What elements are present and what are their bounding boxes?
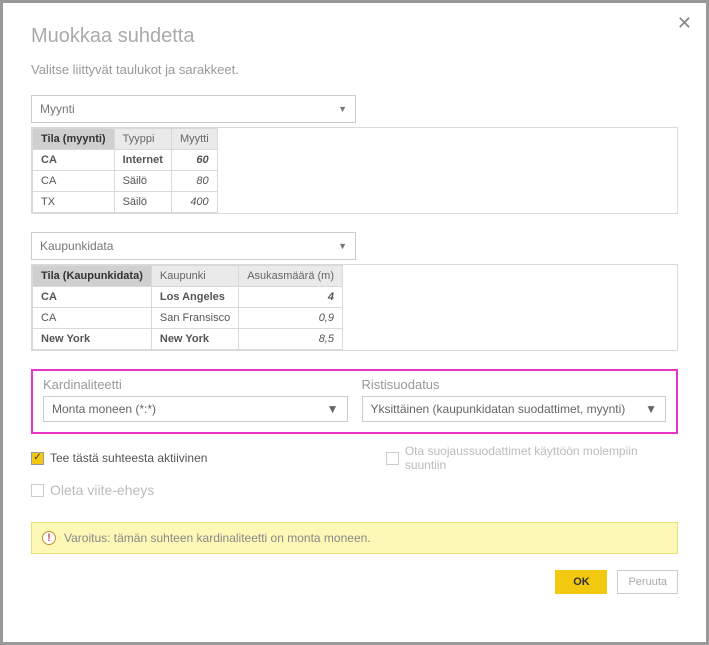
security-filter-checkbox: Ota suojaussuodattimet käyttöön molempii… <box>386 444 678 472</box>
crossfilter-label: Ristisuodatus <box>362 377 667 392</box>
table2-col1[interactable]: Kaupunki <box>151 266 238 287</box>
table2-dropdown-value: Kaupunkidata <box>40 239 113 253</box>
table-row: TX Säilö 400 <box>33 192 218 213</box>
table-header-row: Tila (myynti) Tyyppi Myytti <box>33 129 218 150</box>
table2-dropdown[interactable]: Kaupunkidata ▼ <box>31 232 356 260</box>
active-relationship-checkbox[interactable]: Tee tästä suhteesta aktiivinen <box>31 444 386 472</box>
referential-integrity-checkbox: Oleta viite-eheys <box>31 482 154 498</box>
active-relationship-label: Tee tästä suhteesta aktiivinen <box>50 451 207 465</box>
cardinality-value: Monta moneen (*:*) <box>52 402 156 416</box>
edit-relationship-dialog: Muokkaa suhdetta Valitse liittyvät taulu… <box>3 3 706 614</box>
table1-grid: Tila (myynti) Tyyppi Myytti CA Internet … <box>32 128 218 213</box>
cardinality-dropdown[interactable]: Monta moneen (*:*) ▼ <box>43 396 348 422</box>
table1-preview: Tila (myynti) Tyyppi Myytti CA Internet … <box>31 127 678 214</box>
crossfilter-dropdown[interactable]: Yksittäinen (kaupunkidatan suodattimet, … <box>362 396 667 422</box>
chevron-down-icon: ▼ <box>645 402 657 416</box>
warning-banner: ! Varoitus: tämän suhteen kardinaliteett… <box>31 522 678 554</box>
dialog-buttons: OK Peruuta <box>31 570 678 594</box>
dialog-title: Muokkaa suhdetta <box>31 25 678 48</box>
warning-icon: ! <box>42 531 56 545</box>
checkbox-icon <box>31 484 44 497</box>
table1-col1[interactable]: Tyyppi <box>114 129 171 150</box>
table-row: CA Los Angeles 4 <box>33 287 343 308</box>
checkbox-icon <box>386 452 399 465</box>
close-icon[interactable]: ✕ <box>677 13 692 34</box>
table1-col0[interactable]: Tila (myynti) <box>33 129 115 150</box>
ok-button[interactable]: OK <box>555 570 607 594</box>
table-row: CA Internet 60 <box>33 150 218 171</box>
chevron-down-icon: ▼ <box>338 104 347 114</box>
referential-integrity-label: Oleta viite-eheys <box>50 482 154 498</box>
table1-dropdown[interactable]: Myynti ▼ <box>31 95 356 123</box>
table2-grid: Tila (Kaupunkidata) Kaupunki Asukasmäärä… <box>32 265 343 350</box>
table1-dropdown-value: Myynti <box>40 102 75 116</box>
warning-text: Varoitus: tämän suhteen kardinaliteetti … <box>64 531 371 545</box>
cancel-button[interactable]: Peruuta <box>617 570 678 594</box>
crossfilter-value: Yksittäinen (kaupunkidatan suodattimet, … <box>371 402 626 416</box>
table-row: New York New York 8,5 <box>33 329 343 350</box>
security-filter-label: Ota suojaussuodattimet käyttöön molempii… <box>405 444 678 472</box>
chevron-down-icon: ▼ <box>338 241 347 251</box>
table2-col2[interactable]: Asukasmäärä (m) <box>239 266 343 287</box>
chevron-down-icon: ▼ <box>327 402 339 416</box>
table2-preview: Tila (Kaupunkidata) Kaupunki Asukasmäärä… <box>31 264 678 351</box>
table-row: CA Säilö 80 <box>33 171 218 192</box>
table-row: CA San Fransisco 0,9 <box>33 308 343 329</box>
table1-col2[interactable]: Myytti <box>171 129 217 150</box>
cardinality-label: Kardinaliteetti <box>43 377 348 392</box>
table2-col0[interactable]: Tila (Kaupunkidata) <box>33 266 152 287</box>
cardinality-crossfilter-group: Kardinaliteetti Monta moneen (*:*) ▼ Ris… <box>31 369 678 434</box>
table-header-row: Tila (Kaupunkidata) Kaupunki Asukasmäärä… <box>33 266 343 287</box>
checkbox-icon <box>31 452 44 465</box>
dialog-subtitle: Valitse liittyvät taulukot ja sarakkeet. <box>31 62 678 77</box>
